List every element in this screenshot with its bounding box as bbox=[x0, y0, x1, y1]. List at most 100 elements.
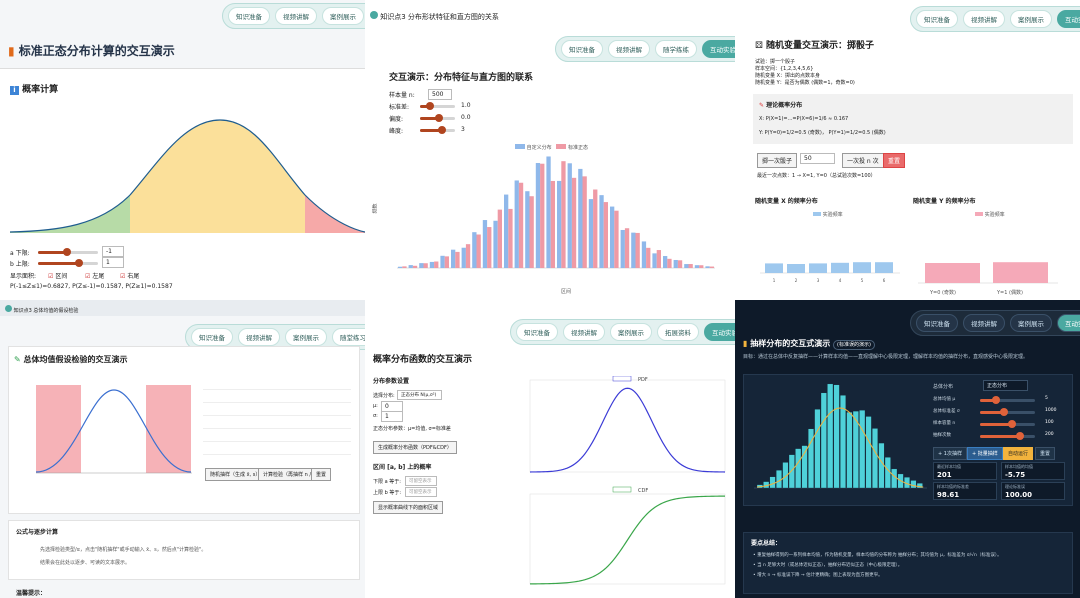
bar-custom bbox=[461, 247, 466, 268]
nav-tab[interactable]: 视频讲解 bbox=[963, 10, 1005, 28]
count-input[interactable]: 50 bbox=[800, 153, 835, 164]
last-roll-text: 最近一次点数：1 → X=1, Y=0（总试验次数=100） bbox=[757, 173, 876, 179]
nav-tab[interactable]: 案例展示 bbox=[285, 328, 327, 346]
sigma-input[interactable]: 1 bbox=[381, 411, 403, 422]
demo-title: 交互演示：分布特征与直方图的联系 bbox=[389, 73, 534, 83]
bar-custom bbox=[482, 220, 488, 268]
b-slider[interactable] bbox=[38, 259, 98, 267]
bar-custom bbox=[535, 163, 541, 268]
bar-custom bbox=[429, 261, 435, 268]
auto-run-button[interactable]: 自动运行 bbox=[1003, 447, 1034, 460]
sample-bar bbox=[833, 384, 840, 489]
param-slider[interactable] bbox=[980, 408, 1035, 416]
nav-tab[interactable]: 视频讲解 bbox=[563, 323, 605, 341]
nav-tab[interactable]: 案例展示 bbox=[610, 323, 652, 341]
form-row[interactable] bbox=[203, 380, 351, 390]
nav-tabs: 知识准备 视频讲解 随学练练 互动实验 bbox=[555, 36, 735, 62]
n-input[interactable]: 500 bbox=[428, 89, 452, 100]
chk-right[interactable]: ☑ 右尾 bbox=[120, 271, 139, 280]
x-tick: 1 bbox=[773, 278, 776, 283]
nav-tab[interactable]: 互动实验 bbox=[704, 323, 735, 341]
nav-tab[interactable]: 互动实验 bbox=[1057, 314, 1080, 332]
nav-tabs: 知识准备视频讲解案例展示互动实验互动实验 bbox=[910, 310, 1080, 336]
nav-tab[interactable]: 知识准备 bbox=[516, 323, 558, 341]
generate-button[interactable]: 生成概率分布函数（PDF&CDF） bbox=[373, 441, 457, 454]
nav-tab[interactable]: 知识准备 bbox=[228, 7, 270, 25]
metric-card: 样本均值的标准差 98.61 bbox=[933, 482, 997, 500]
b-input[interactable]: 可留空表示 bbox=[405, 487, 437, 497]
nav-tabs: 知识准备 视频讲解 案例展示 拓展资料 互动实验 bbox=[510, 319, 735, 345]
roll-once-button[interactable]: 掷一次骰子 bbox=[757, 153, 798, 168]
param-slider[interactable] bbox=[980, 420, 1035, 428]
nav-tab[interactable]: 视频讲解 bbox=[275, 7, 317, 25]
cdf-chart: CDF bbox=[529, 486, 726, 585]
kurt-slider[interactable] bbox=[420, 126, 455, 134]
chk-left[interactable]: ☑ 左尾 bbox=[85, 271, 104, 280]
param-slider[interactable] bbox=[980, 396, 1035, 404]
pdf-curve bbox=[529, 387, 726, 473]
nav-tab[interactable]: 知识准备 bbox=[916, 314, 958, 332]
nav-tab[interactable]: 随堂练习 bbox=[332, 328, 365, 346]
sample-bar bbox=[891, 468, 898, 489]
nav-tab[interactable]: 知识准备 bbox=[191, 328, 233, 346]
nav-tab[interactable]: 案例展示 bbox=[322, 7, 364, 25]
param-slider[interactable] bbox=[980, 432, 1035, 440]
nav-tab[interactable]: 视频讲解 bbox=[238, 328, 280, 346]
bar-custom bbox=[408, 265, 413, 268]
roll-n-button[interactable]: 一次投 n 次 bbox=[842, 153, 884, 168]
bar-standard bbox=[508, 208, 513, 268]
skew-slider[interactable] bbox=[420, 114, 455, 122]
nav-tab[interactable]: 互动实验 bbox=[702, 40, 735, 58]
form-row[interactable] bbox=[203, 406, 351, 416]
show-area-button[interactable]: 显示概率曲线下的面积区域 bbox=[373, 501, 444, 514]
reset-button[interactable]: 重置 bbox=[311, 468, 332, 481]
form-row[interactable] bbox=[203, 393, 351, 403]
sd-slider[interactable] bbox=[420, 102, 455, 110]
nav-tab[interactable]: 视频讲解 bbox=[608, 40, 650, 58]
bar-standard bbox=[487, 227, 492, 268]
a-input[interactable]: -1 bbox=[102, 246, 124, 257]
a-input[interactable]: 可留空表示 bbox=[405, 476, 437, 486]
sd-label: 标准差: bbox=[389, 104, 410, 111]
nav-tab[interactable]: 知识准备 bbox=[561, 40, 603, 58]
dist-select[interactable]: 正态分布 N(μ,σ²) bbox=[397, 390, 442, 400]
y-freq-bar bbox=[993, 262, 1048, 283]
cdf-legend-box bbox=[612, 486, 632, 493]
b-input[interactable]: 1 bbox=[102, 257, 124, 268]
nav-tab[interactable]: 案例展示 bbox=[1010, 314, 1052, 332]
nav-tab[interactable]: 知识准备 bbox=[916, 10, 958, 28]
dist-select[interactable]: 正态分布 bbox=[983, 380, 1028, 391]
sample-bar bbox=[769, 476, 776, 489]
nav-tab[interactable]: 案例展示 bbox=[1010, 10, 1052, 28]
nav-tab[interactable]: 视频讲解 bbox=[963, 314, 1005, 332]
bar-custom bbox=[578, 168, 583, 268]
metric-card: 样本均值的均值 -5.75 bbox=[1001, 462, 1065, 480]
form-row[interactable] bbox=[203, 419, 351, 429]
param-label: 样本容量 n bbox=[933, 421, 956, 426]
sample-bar bbox=[814, 409, 821, 489]
chk-interval[interactable]: ☑ 区间 bbox=[48, 271, 67, 280]
reset-button[interactable]: 重置 bbox=[1035, 447, 1056, 460]
form-row[interactable] bbox=[203, 445, 351, 455]
info-line: 试验：掷一个骰子 bbox=[755, 59, 796, 65]
bar-standard bbox=[688, 264, 693, 268]
bar-standard bbox=[646, 247, 651, 268]
breadcrumb: 知识点3 总体均值的假设检验 bbox=[5, 305, 78, 314]
a-slider[interactable] bbox=[38, 248, 98, 256]
bar-standard bbox=[593, 189, 598, 268]
nav-tab[interactable]: 随学练练 bbox=[655, 40, 697, 58]
nav-tab[interactable]: 拓展资料 bbox=[657, 323, 699, 341]
batch-sample-button[interactable]: + 批量抽样 bbox=[967, 447, 1003, 460]
bar-custom bbox=[663, 256, 668, 268]
title-badge: (标准误的演示) bbox=[833, 340, 875, 350]
section-title: i 概率计算 bbox=[10, 82, 58, 95]
y1-label: Y=1 (偶数) bbox=[997, 290, 1023, 296]
reset-button[interactable]: 重置 bbox=[883, 153, 906, 168]
middle-area bbox=[130, 120, 305, 233]
nav-tab[interactable]: 互动实验 bbox=[1057, 10, 1080, 28]
form-row[interactable] bbox=[203, 432, 351, 442]
sample-button[interactable]: 随机抽样（生成 x̄, s） bbox=[205, 468, 266, 481]
formula-text: 先选择检验类型/α，点击"随机抽样"或手动输入 x̄、s，然后点"计算检验"。 bbox=[40, 547, 207, 553]
sample-once-button[interactable]: + 1次抽样 bbox=[933, 447, 967, 460]
bar-custom bbox=[546, 156, 551, 268]
